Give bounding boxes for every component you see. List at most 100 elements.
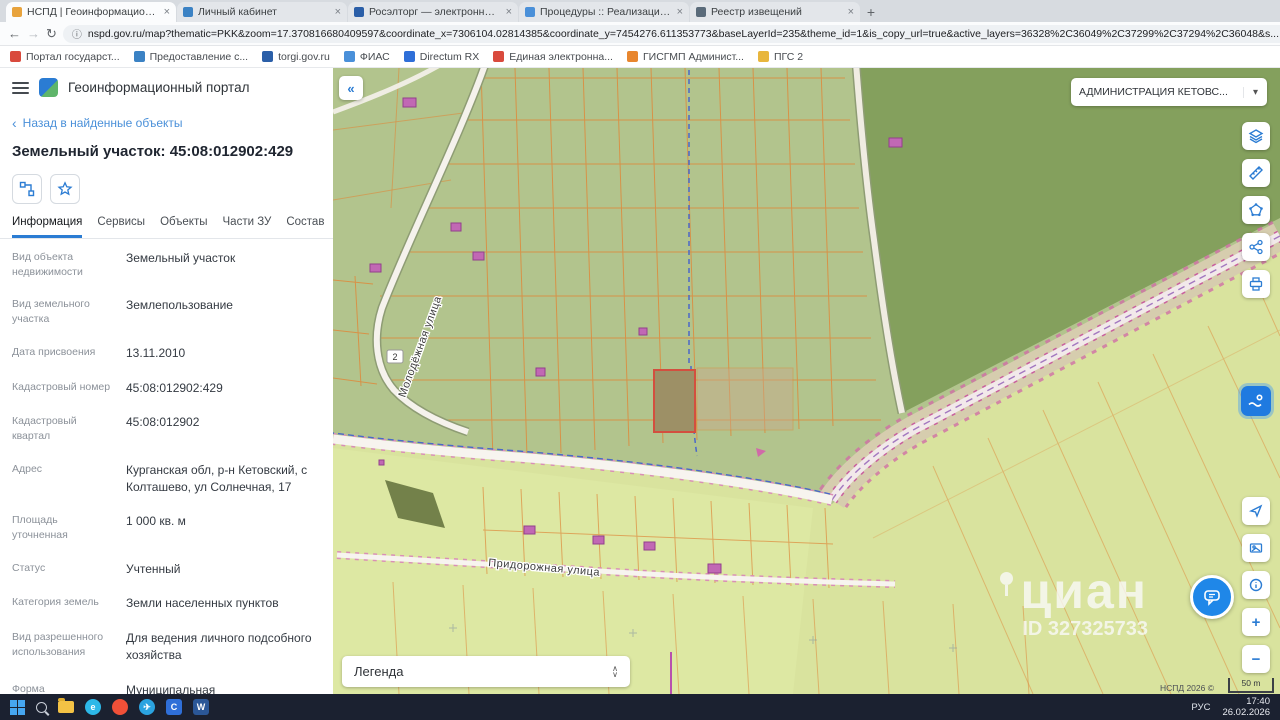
route-objects-button[interactable]	[12, 174, 42, 204]
bookmark-item[interactable]: Directum RX	[403, 50, 480, 63]
panel-tab[interactable]: Состав	[286, 216, 324, 238]
field-label: Вид земельного участка	[12, 298, 90, 326]
panel-header: Геоинформационный портал	[0, 68, 333, 103]
tab-title: НСПД | Геоинформационный п	[27, 6, 159, 18]
close-icon[interactable]	[677, 6, 683, 18]
browser-icon[interactable]	[112, 699, 128, 715]
browser-tab[interactable]: НСПД | Геоинформационный п	[6, 2, 176, 22]
tab-favicon-icon	[12, 7, 22, 17]
field-label: Вид разрешенного использования	[12, 631, 104, 658]
site-info-icon[interactable]	[72, 26, 82, 41]
browser-tab[interactable]: Личный кабинет	[177, 2, 347, 22]
locate-button[interactable]	[1242, 497, 1270, 525]
layers-button[interactable]	[1242, 122, 1270, 150]
field-label: Кадастровый номер	[12, 380, 111, 393]
tab-title: Росэлторг — электронная торг...	[369, 6, 501, 18]
browser-tab[interactable]: Реестр извещений	[690, 2, 860, 22]
zoom-out-button[interactable]	[1242, 645, 1270, 673]
print-button[interactable]	[1242, 270, 1270, 298]
selected-parcel[interactable]	[653, 369, 696, 433]
object-fields[interactable]: Вид объекта недвижимости Земельный участ…	[0, 239, 333, 694]
clock[interactable]: 17:40 26.02.2026	[1222, 696, 1270, 719]
area-button[interactable]	[1242, 196, 1270, 224]
tab-title: Личный кабинет	[198, 6, 277, 18]
field-row: Вид объекта недвижимости Земельный участ…	[12, 241, 331, 288]
field-value: Учтенный	[126, 561, 181, 576]
file-explorer-icon[interactable]	[58, 698, 74, 713]
field-label: Адрес	[12, 462, 43, 475]
bookmark-item[interactable]: ФИАС	[343, 51, 390, 63]
close-icon[interactable]	[335, 6, 341, 18]
bookmark-item[interactable]: ГИСГМП Админист...	[626, 51, 744, 63]
field-value: Земли населенных пунктов	[126, 596, 279, 611]
search-icon[interactable]	[36, 701, 47, 713]
app-c-icon[interactable]: C	[166, 699, 182, 715]
tab-favicon-icon	[696, 7, 706, 17]
bookmark-favicon-icon	[343, 51, 355, 62]
new-tab-button[interactable]	[861, 2, 881, 22]
field-row: Кадастровый номер 45:08:012902:429	[12, 371, 331, 406]
chat-button[interactable]	[1190, 575, 1234, 619]
back-to-results-link[interactable]: Назад в найденные объекты	[12, 115, 321, 131]
page-title: Земельный участок: 45:08:012902:429	[12, 143, 294, 160]
field-value: 45:08:012902:429	[126, 380, 223, 395]
field-value: 45:08:012902	[126, 415, 200, 430]
bookmark-label: Directum RX	[419, 50, 480, 63]
object-info-button[interactable]	[1242, 571, 1270, 599]
start-button[interactable]	[10, 699, 25, 715]
field-row: Вид разрешенного использования Для веден…	[12, 621, 331, 673]
favorite-button[interactable]	[50, 174, 80, 204]
url-text[interactable]: nspd.gov.ru/map?thematic=PKK&zoom=17.370…	[88, 28, 1279, 40]
telegram-icon[interactable]: ✈	[139, 699, 155, 715]
bookmark-item[interactable]: Портал государст...	[10, 51, 120, 63]
back-icon[interactable]	[8, 26, 21, 41]
close-icon[interactable]	[848, 6, 854, 18]
measure-button[interactable]	[1242, 159, 1270, 187]
panel-tab[interactable]: Информация	[12, 216, 83, 238]
polygon-icon	[1249, 203, 1263, 217]
reload-icon[interactable]	[46, 26, 57, 42]
panorama-button[interactable]	[1242, 534, 1270, 562]
map-canvas[interactable]: 2 Молодёжная улица Придорожная улица	[333, 68, 1280, 694]
share-button[interactable]	[1242, 233, 1270, 261]
bookmark-item[interactable]: Единая электронна...	[493, 51, 613, 63]
edge-icon[interactable]: e	[85, 699, 101, 715]
basemap-button[interactable]	[1241, 386, 1271, 416]
layers-icon	[1248, 129, 1264, 144]
region-selector[interactable]: АДМИНИСТРАЦИЯ КЕТОВС...	[1071, 78, 1267, 106]
panel-tab[interactable]: Сервисы	[97, 216, 145, 238]
browser-tab[interactable]: Процедуры :: Реализация госи...	[519, 2, 689, 22]
collapse-panel-button[interactable]	[339, 76, 363, 100]
field-row: Площадь уточненная 1 000 кв. м	[12, 504, 331, 551]
field-value: 1 000 кв. м	[126, 514, 186, 529]
chat-icon	[1204, 590, 1220, 606]
tab-title: Реестр извещений	[711, 6, 802, 18]
bookmark-item[interactable]: Предоставление с...	[133, 51, 248, 63]
bookmark-item[interactable]: ПГС 2	[757, 50, 804, 63]
bookmark-label: ПГС 2	[773, 50, 804, 63]
action-row	[12, 174, 321, 204]
browser-tab[interactable]: Росэлторг — электронная торг...	[348, 2, 518, 22]
close-icon[interactable]	[506, 6, 512, 18]
bookmark-item[interactable]: torgi.gov.ru	[262, 51, 330, 63]
side-panel: Геоинформационный портал Назад в найденн…	[0, 68, 346, 694]
bookmark-favicon-icon	[403, 51, 415, 62]
road-badge: 2	[386, 349, 404, 364]
word-icon[interactable]: W	[193, 699, 209, 715]
close-icon[interactable]	[164, 6, 170, 18]
sort-arrows-icon	[612, 666, 630, 678]
bookmark-label: Портал государст...	[26, 50, 120, 63]
bookmark-favicon-icon	[262, 51, 274, 62]
legend-dropdown[interactable]: Легенда	[342, 656, 630, 687]
panel-tab[interactable]: Части ЗУ	[223, 216, 272, 238]
url-field[interactable]: nspd.gov.ru/map?thematic=PKK&zoom=17.370…	[62, 24, 1280, 43]
language-indicator[interactable]: РУС	[1191, 702, 1210, 713]
hamburger-menu-icon[interactable]	[12, 81, 29, 94]
zoom-in-button[interactable]	[1242, 608, 1270, 636]
copyright-text: НСПД 2026 ©	[1159, 683, 1214, 693]
svg-text:2: 2	[392, 352, 397, 362]
forward-icon[interactable]	[27, 26, 40, 41]
field-value: Земельный участок	[126, 251, 236, 265]
panel-tab[interactable]: Объекты	[160, 216, 207, 238]
app-title: Геоинформационный портал	[68, 80, 250, 95]
